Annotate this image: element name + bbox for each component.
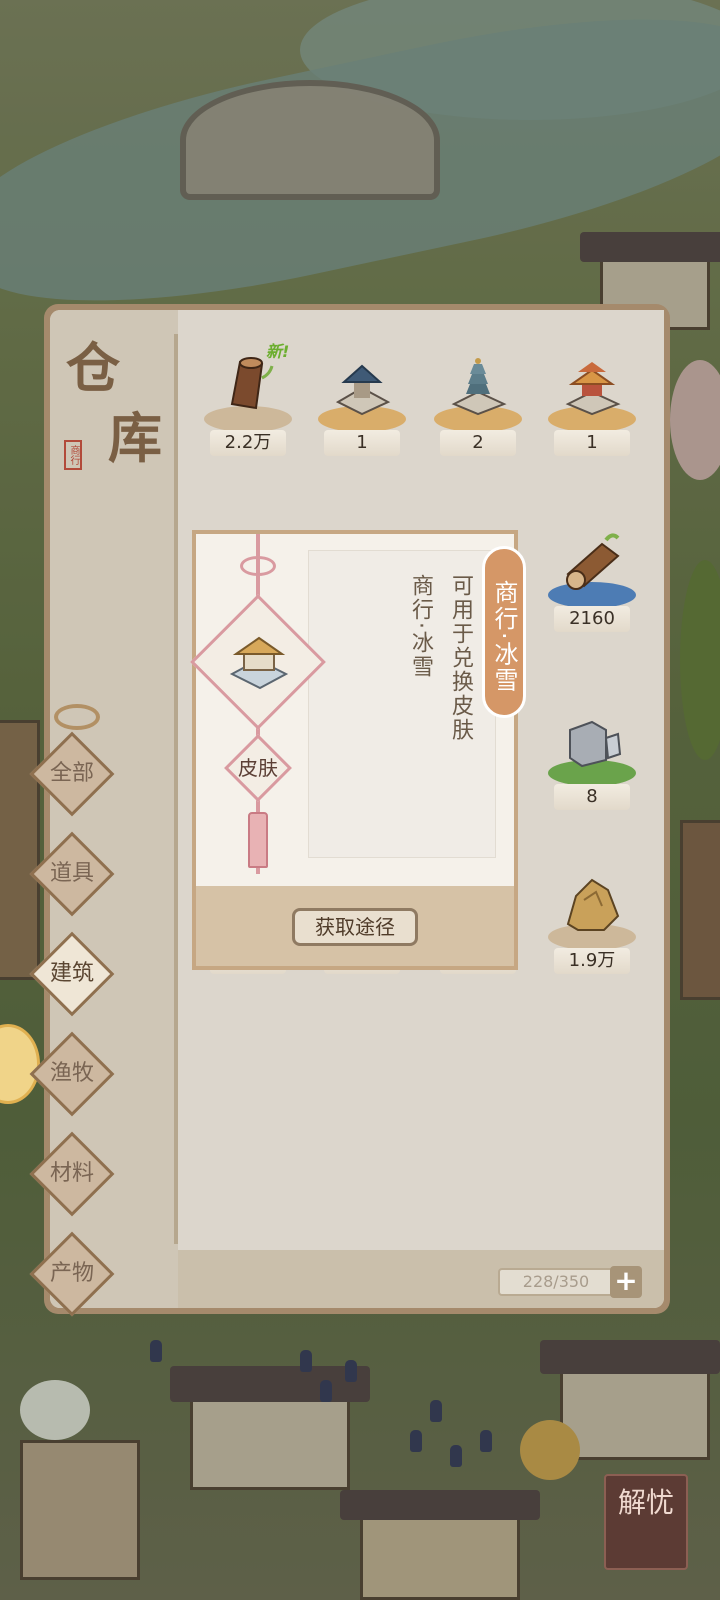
item-slot[interactable]: 新! 2.2万 (200, 342, 296, 456)
timber-icon (566, 533, 620, 590)
item-count: 2.2万 (210, 430, 286, 456)
category-label: 皮肤 (238, 756, 278, 780)
item-count: 8 (554, 784, 630, 810)
tab-label: 全部 (49, 761, 94, 786)
tab-items[interactable]: 道具 (28, 830, 116, 918)
pavilion-icon (335, 364, 391, 416)
title-char: 库 (108, 406, 162, 470)
new-badge: 新! (266, 342, 290, 361)
tab-all[interactable]: 全部 (28, 730, 116, 818)
item-slot[interactable]: 1 (314, 346, 410, 456)
tab-materials[interactable]: 材料 (28, 1130, 116, 1218)
tab-products[interactable]: 产物 (28, 1230, 116, 1318)
bow-knot-icon (240, 556, 276, 576)
knot-ornament (54, 704, 100, 730)
item-count: 1 (554, 430, 630, 456)
expand-capacity-button[interactable]: + (610, 1266, 642, 1298)
stone-block-icon (569, 720, 622, 768)
item-count: 2 (440, 430, 516, 456)
item-count: 1.9万 (554, 948, 630, 974)
obtain-method-button[interactable]: 获取途径 (292, 908, 418, 946)
tab-label: 建筑 (49, 961, 94, 986)
item-slot[interactable]: 2160 (544, 522, 640, 632)
tab-label: 产物 (49, 1261, 94, 1286)
tab-fishing-herding[interactable]: 渔牧 (28, 1030, 116, 1118)
title-char: 仓 (66, 336, 120, 400)
item-description: 可用于兑换皮肤 (448, 574, 473, 742)
page-title: 仓 库 商行 (60, 324, 168, 474)
item-subtitle: 商行·冰雪 (408, 574, 433, 679)
pagoda-icon (451, 358, 507, 416)
item-count: 2160 (554, 606, 630, 632)
capacity-display: 228/350 (498, 1268, 614, 1296)
item-slot[interactable]: 8 (544, 700, 640, 810)
item-slot[interactable]: 2 (430, 346, 526, 456)
tab-buildings[interactable]: 建筑 (28, 930, 116, 1018)
item-name-tag: 商行·冰雪 (482, 546, 526, 718)
rock-ore-icon (566, 878, 620, 931)
tassel-icon (248, 812, 268, 868)
item-slot[interactable]: 1 (544, 346, 640, 456)
red-pavilion-icon (565, 362, 621, 416)
tab-label: 道具 (49, 861, 94, 886)
tab-label: 材料 (49, 1161, 94, 1186)
tab-label: 渔牧 (49, 1061, 94, 1086)
item-count: 1 (324, 430, 400, 456)
jieyou-button[interactable]: 解忧 (604, 1474, 688, 1570)
divider (174, 334, 178, 1244)
item-slot[interactable]: 1.9万 (544, 864, 640, 974)
item-detail-popup: 可用于兑换皮肤 商行·冰雪 皮肤 获取途径 (190, 530, 518, 970)
seal-stamp: 商行 (64, 440, 82, 470)
shop-skin-icon (229, 636, 289, 690)
wood-log-icon (230, 357, 274, 410)
